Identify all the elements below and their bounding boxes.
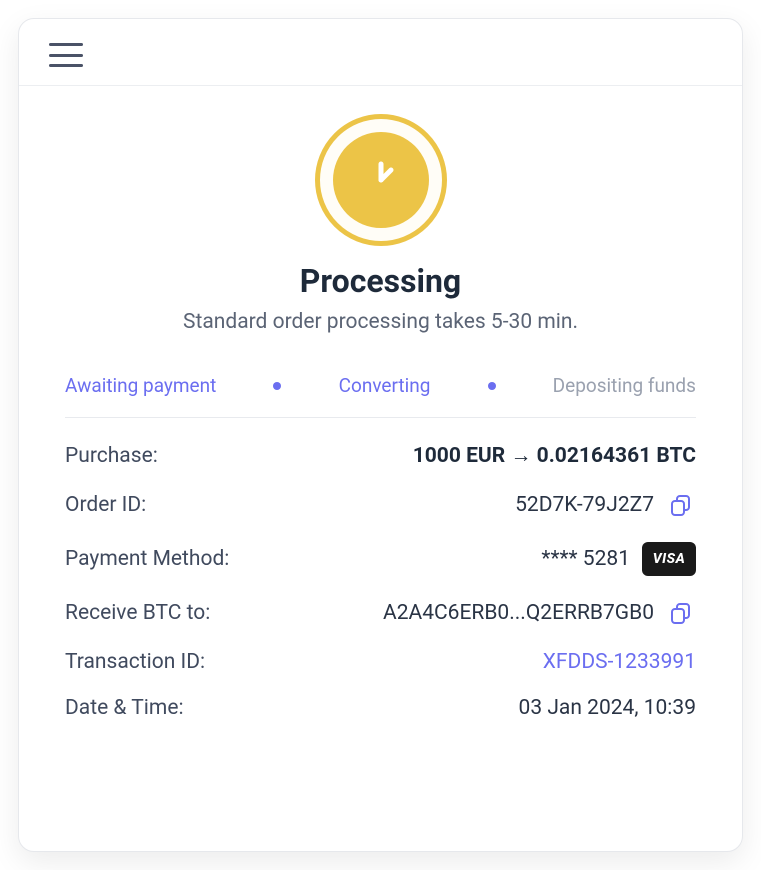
row-purchase: Purchase: 1000 EUR → 0.02164361 BTC — [65, 444, 696, 468]
row-order-id: Order ID: 52D7K-79J2Z7 — [65, 490, 696, 520]
status-icon-wrap — [65, 114, 696, 246]
clock-icon-ring — [315, 114, 447, 246]
progress-steps: Awaiting payment Converting Depositing f… — [65, 374, 696, 418]
content: Processing Standard order processing tak… — [19, 86, 742, 851]
row-transaction-id: Transaction ID: XFDDS-1233991 — [65, 650, 696, 674]
menu-icon[interactable] — [49, 43, 83, 67]
row-receive-to: Receive BTC to: A2A4C6ERB0...Q2ERRB7GB0 — [65, 598, 696, 628]
step-awaiting-payment: Awaiting payment — [65, 374, 216, 397]
row-datetime: Date & Time: 03 Jan 2024, 10:39 — [65, 696, 696, 720]
copy-order-id-button[interactable] — [666, 490, 696, 520]
page-subtitle: Standard order processing takes 5-30 min… — [65, 310, 696, 334]
value-transaction-id[interactable]: XFDDS-1233991 — [543, 650, 696, 674]
label-datetime: Date & Time: — [65, 696, 184, 720]
value-datetime: 03 Jan 2024, 10:39 — [519, 696, 696, 720]
label-transaction-id: Transaction ID: — [65, 650, 205, 674]
step-converting: Converting — [339, 374, 431, 397]
value-payment-method: **** 5281 — [541, 547, 630, 571]
label-order-id: Order ID: — [65, 493, 146, 517]
step-dot-icon — [488, 382, 496, 390]
step-depositing-funds: Depositing funds — [553, 374, 696, 397]
label-purchase: Purchase: — [65, 444, 158, 468]
order-card: Processing Standard order processing tak… — [18, 18, 743, 852]
label-receive-to: Receive BTC to: — [65, 601, 210, 625]
copy-address-button[interactable] — [666, 598, 696, 628]
value-receive-to: A2A4C6ERB0...Q2ERRB7GB0 — [383, 601, 654, 625]
value-order-id: 52D7K-79J2Z7 — [515, 493, 654, 517]
step-dot-icon — [273, 382, 281, 390]
visa-badge: VISA — [642, 542, 696, 576]
clock-icon — [333, 132, 429, 228]
page-title: Processing — [65, 262, 696, 300]
row-payment-method: Payment Method: **** 5281 VISA — [65, 542, 696, 576]
label-payment-method: Payment Method: — [65, 547, 229, 571]
copy-icon — [669, 493, 693, 517]
copy-icon — [669, 601, 693, 625]
header — [19, 19, 742, 86]
value-purchase: 1000 EUR → 0.02164361 BTC — [413, 444, 696, 468]
details-list: Purchase: 1000 EUR → 0.02164361 BTC Orde… — [65, 444, 696, 720]
